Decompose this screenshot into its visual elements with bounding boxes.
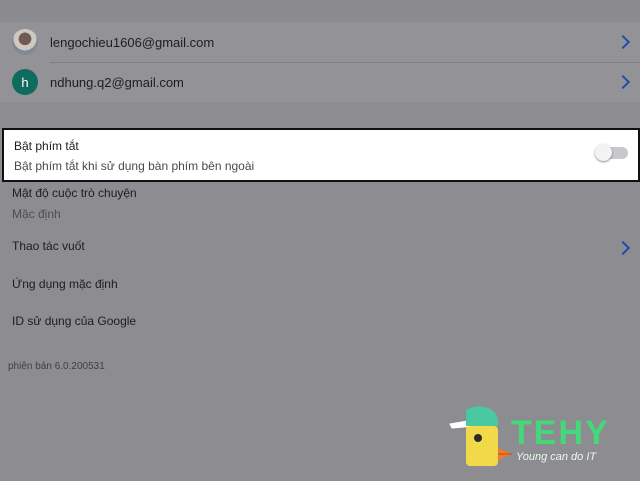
version-text: phiên bản 6.0.200531 [8, 361, 105, 372]
avatar: h [12, 69, 38, 95]
shortcut-setting-row[interactable]: Bật phím tắt Bật phím tắt khi sử dụng bà… [2, 128, 640, 182]
account-email: ndhung.q2@gmail.com [50, 74, 184, 90]
duck-mascot-icon [449, 406, 512, 466]
setting-label: ID sử dụng của Google [12, 314, 137, 328]
toggle-knob [595, 144, 612, 161]
account-email: lengochieu1606@gmail.com [50, 34, 215, 50]
setting-title: Bật phím tắt [14, 139, 79, 153]
density-setting-row[interactable]: Mật độ cuộc trò chuyện Mặc định [0, 182, 640, 224]
setting-subtitle: Bật phím tắt khi sử dụng bàn phím bên ng… [14, 159, 255, 173]
swipe-setting-row[interactable]: Thao tác vuốt [0, 230, 640, 264]
chevron-right-icon [615, 74, 631, 90]
setting-value: Mặc định [12, 207, 61, 221]
chevron-right-icon [615, 240, 631, 256]
setting-label: Thao tác vuốt [12, 239, 85, 253]
setting-label: Ứng dụng mặc định [12, 277, 118, 291]
shortcut-toggle[interactable] [595, 144, 628, 161]
tehy-watermark-logo: TEHY Young can do IT [446, 404, 636, 476]
chevron-right-icon [615, 34, 631, 50]
account-row[interactable]: h ndhung.q2@gmail.com [0, 62, 640, 102]
logo-tagline: Young can do IT [516, 451, 597, 463]
account-list: lengochieu1606@gmail.com h ndhung.q2@gma… [0, 22, 640, 102]
google-id-setting-row[interactable]: ID sử dụng của Google [0, 304, 640, 336]
account-row[interactable]: lengochieu1606@gmail.com [0, 22, 640, 62]
logo-brand: TEHY [511, 414, 610, 452]
default-apps-setting-row[interactable]: Ứng dụng mặc định [0, 268, 640, 300]
top-strip [0, 0, 640, 22]
setting-label: Mật độ cuộc trò chuyện [12, 186, 137, 200]
avatar [12, 29, 38, 55]
